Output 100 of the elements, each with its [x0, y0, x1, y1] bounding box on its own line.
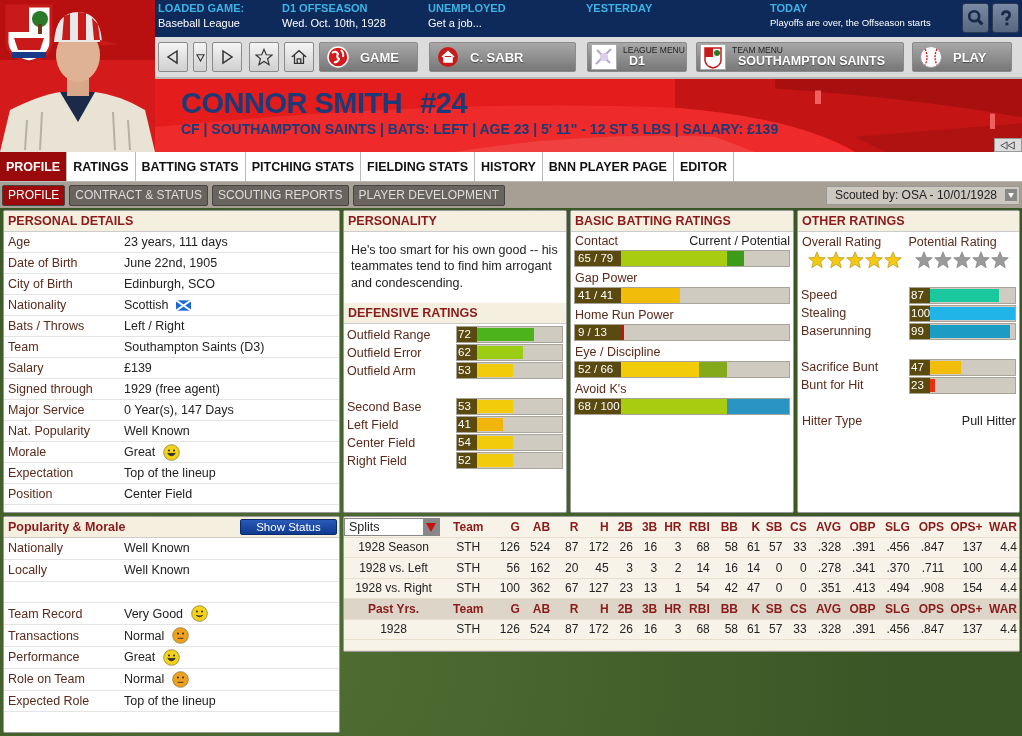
subtab[interactable]: PROFILE: [2, 184, 66, 206]
table-cell: 126: [499, 622, 520, 637]
table-cell: .391: [852, 622, 876, 637]
star-icon: [255, 48, 273, 66]
forward-button[interactable]: [212, 42, 242, 72]
table-cell: 0: [800, 581, 807, 596]
rating-label: Right Field: [347, 453, 408, 468]
column-header: R: [569, 519, 579, 534]
rating-value: 62: [457, 345, 477, 361]
league-menu-button[interactable]: LEAGUE MENU D1: [587, 42, 687, 72]
column-header: G: [510, 519, 520, 534]
table-cell: .456: [886, 540, 910, 555]
table-cell: 4.4: [1000, 540, 1017, 555]
player-number: #24: [420, 89, 468, 118]
table-cell: 4.4: [1000, 560, 1017, 575]
detail-label: Morale: [8, 445, 48, 459]
table-cell: 47: [746, 581, 761, 596]
favorite-button[interactable]: [249, 42, 279, 72]
table-cell: 57: [769, 622, 783, 637]
table-cell: 87: [565, 540, 579, 555]
scouted-by-dropdown[interactable]: Scouted by: OSA - 10/01/1928: [825, 185, 1020, 205]
column-header: K: [751, 519, 761, 534]
home-button[interactable]: [284, 42, 314, 72]
table-cell: 1928 Season: [358, 540, 429, 555]
table-cell: 0: [775, 560, 783, 575]
search-button[interactable]: [962, 3, 989, 33]
column-header: WAR: [989, 519, 1017, 534]
subtab[interactable]: PLAYER DEVELOPMENT: [352, 184, 505, 206]
table-cell: 524: [530, 540, 551, 555]
star-icon: [933, 251, 952, 269]
splits-dropdown[interactable]: Splits: [344, 517, 440, 536]
info-label: YESTERDAY: [586, 2, 654, 14]
table-cell: 0: [800, 560, 807, 575]
detail-value: Southampton Saints (D3): [124, 340, 265, 354]
help-button[interactable]: [992, 3, 1019, 33]
column-header: SLG: [885, 519, 910, 534]
table-cell: 13: [643, 581, 658, 596]
table-cell: 58: [724, 540, 739, 555]
rating-value: 9 / 13: [575, 325, 621, 340]
detail-label: Expected Role: [8, 693, 91, 708]
column-header: OPS: [918, 601, 945, 616]
table-cell: STH: [456, 622, 481, 637]
info-value: Wed. Oct. 10th, 1928: [282, 17, 387, 29]
rating-label: Eye / Discipline: [575, 345, 662, 359]
caret-down-icon: [1005, 189, 1017, 201]
table-cell: .494: [886, 581, 910, 596]
history-dropdown-button[interactable]: [193, 42, 207, 72]
column-header: R: [569, 601, 579, 616]
rating-value: 41: [457, 417, 477, 433]
subtab[interactable]: SCOUTING REPORTS: [212, 184, 349, 206]
table-cell: 524: [530, 622, 551, 637]
table-cell: .328: [817, 622, 842, 637]
star-icon: [846, 251, 864, 269]
rating-value: 52: [457, 453, 477, 469]
detail-value: Very Good: [124, 606, 184, 621]
table-cell: 100: [962, 560, 983, 575]
detail-label: Expectation: [8, 466, 75, 480]
star-icon: [827, 251, 845, 269]
table-cell: 4.4: [1000, 622, 1017, 637]
table-cell: STH: [456, 581, 481, 596]
detail-label: Transactions: [8, 628, 81, 643]
table-cell: 61: [746, 540, 761, 555]
rating-value: 99: [910, 323, 930, 339]
table-cell: .456: [886, 622, 910, 637]
personality-text: He's too smart for his own good -- his teammates tend to find him arrogant and condescending.: [350, 242, 559, 292]
detail-label: Salary: [8, 361, 45, 375]
collapse-button[interactable]: [994, 138, 1022, 152]
table-cell: .351: [817, 581, 842, 596]
table-cell: 4.4: [1000, 581, 1017, 596]
column-header: OPS: [918, 519, 945, 534]
forward-icon: [219, 49, 235, 65]
table-cell: .341: [852, 560, 876, 575]
smiley-icon: [163, 443, 181, 461]
column-header: CS: [790, 519, 807, 534]
subtab[interactable]: CONTRACT & STATUS: [69, 184, 209, 206]
caret-down-icon: [195, 52, 205, 62]
info-value: Baseball League: [158, 17, 241, 29]
column-header: 2B: [617, 519, 633, 534]
rating-label: Left Field: [347, 417, 400, 432]
back-button[interactable]: [158, 42, 188, 72]
tab[interactable]: PROFILE: [0, 152, 68, 181]
rating-value: 87: [910, 287, 930, 303]
show-status-button[interactable]: Show Status: [240, 519, 337, 535]
back-icon: [165, 49, 181, 65]
search-icon: [966, 9, 985, 27]
table-cell: 137: [962, 622, 983, 637]
rating-value: 72: [457, 327, 477, 343]
table-cell: 3: [650, 560, 658, 575]
star-icon: [865, 251, 883, 269]
rating-label: Gap Power: [575, 271, 639, 285]
table-cell: 0: [775, 581, 783, 596]
column-header: RBI: [689, 601, 710, 616]
table-cell: 172: [588, 622, 609, 637]
table-cell: 58: [724, 622, 739, 637]
table-cell: 14: [696, 560, 710, 575]
hitter-type-value: Pull Hitter: [961, 414, 1016, 428]
team-menu-button[interactable]: TEAM MENU SOUTHAMPTON SAINTS: [696, 42, 904, 72]
detail-value: 1929 (free agent): [124, 382, 220, 396]
table-cell: 57: [769, 540, 783, 555]
smiley-icon: [172, 670, 190, 688]
